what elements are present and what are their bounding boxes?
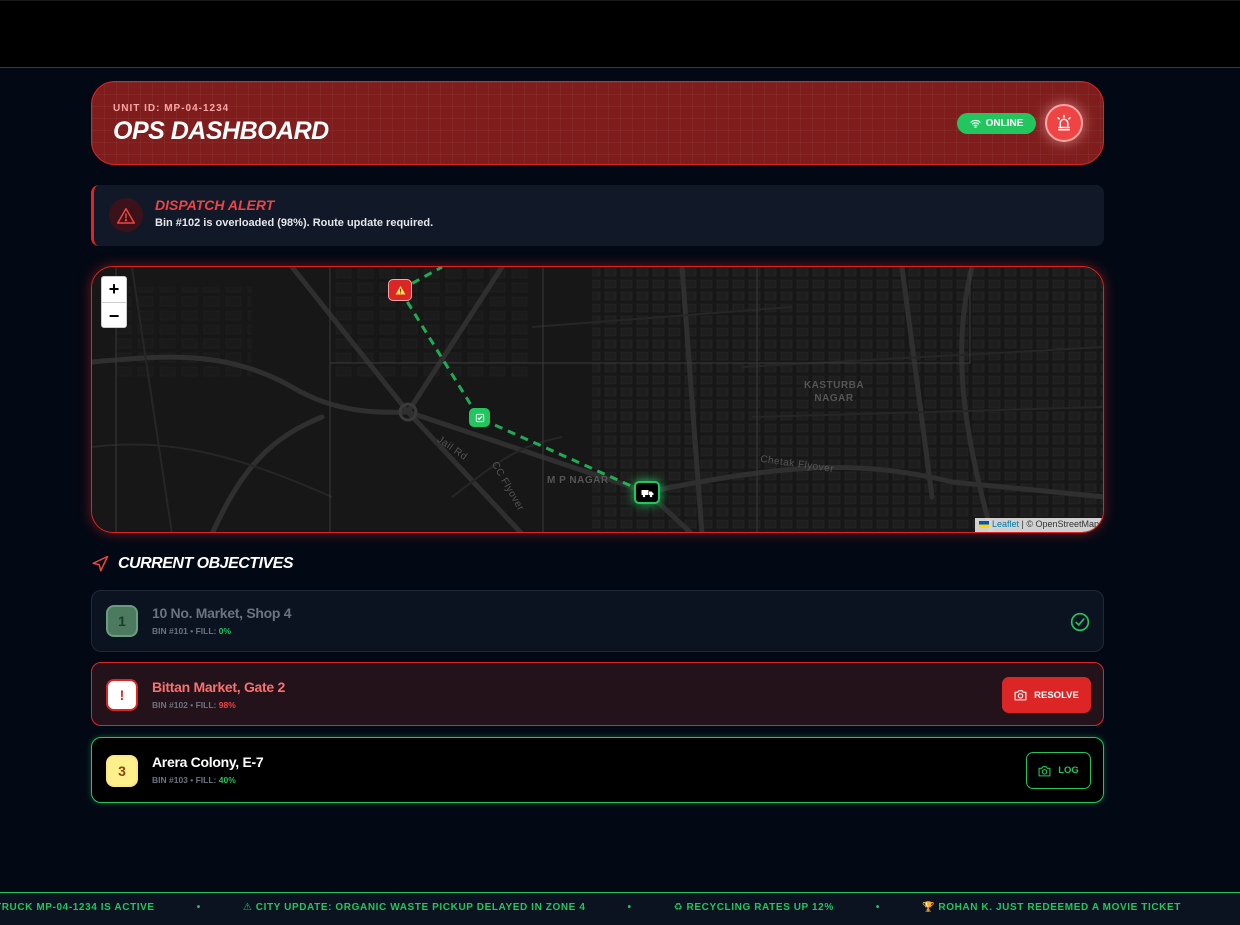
unit-id: UNIT ID: MP-04-1234 xyxy=(113,103,230,114)
warning-triangle-icon xyxy=(395,285,405,295)
ticker-item: 🏆 ROHAN K. JUST REDEEMED A MOVIE TICKET xyxy=(921,902,1181,913)
truck-location-marker[interactable] xyxy=(634,481,660,504)
top-bar xyxy=(0,0,1240,68)
objective-meta: BIN #101 • FILL: 0% xyxy=(152,626,232,636)
online-status-badge: ONLINE xyxy=(957,113,1036,134)
online-status-label: ONLINE xyxy=(985,118,1024,129)
camera-icon xyxy=(1014,690,1027,701)
objective-name: Bittan Market, Gate 2 xyxy=(152,679,285,695)
zoom-control: + − xyxy=(101,276,127,328)
map-label-kasturba: KASTURBA NAGAR xyxy=(803,380,865,404)
warning-triangle-icon xyxy=(117,207,135,224)
siren-icon xyxy=(1057,114,1071,131)
ukraine-flag-icon xyxy=(979,521,990,529)
bin-alert-marker[interactable] xyxy=(388,279,412,301)
fill-level: 0% xyxy=(218,626,232,636)
check-circle-icon xyxy=(1070,612,1090,632)
objective-number: 1 xyxy=(106,605,138,637)
map-label-mp-nagar: M P NAGAR xyxy=(547,475,609,486)
attribution-text: | © OpenStreetMap xyxy=(1018,519,1099,529)
alert-message: Bin #102 is overloaded (98%). Route upda… xyxy=(155,217,434,229)
dashboard-header: UNIT ID: MP-04-1234 OPS DASHBOARD ONLINE xyxy=(91,81,1104,165)
objectives-heading-label: CURRENT OBJECTIVES xyxy=(118,555,294,572)
objective-item[interactable]: 1 10 No. Market, Shop 4 BIN #101 • FILL:… xyxy=(91,590,1104,652)
objective-meta: BIN #102 • FILL: 98% xyxy=(152,700,236,710)
zoom-out-button[interactable]: − xyxy=(102,303,126,329)
resolve-button[interactable]: RESOLVE xyxy=(1002,677,1091,713)
objective-number: 3 xyxy=(106,755,138,787)
resolve-button-label: RESOLVE xyxy=(1034,689,1079,701)
map-attribution: Leaflet | © OpenStreetMap xyxy=(975,518,1103,532)
ticker-item: ♻ RECYCLING RATES UP 12% xyxy=(673,902,834,913)
ticker-track: TRUCK MP-04-1234 IS ACTIVE • ⚠ CITY UPDA… xyxy=(0,902,1181,913)
dispatch-alert: DISPATCH ALERT Bin #102 is overloaded (9… xyxy=(91,185,1104,246)
ticker-separator: • xyxy=(875,902,880,913)
check-box-icon xyxy=(475,413,484,422)
objective-meta: BIN #103 • FILL: 40% xyxy=(152,775,236,785)
ticker-item: ⚠ CITY UPDATE: ORGANIC WASTE PICKUP DELA… xyxy=(242,902,586,913)
page-title: OPS DASHBOARD xyxy=(113,117,329,145)
leaflet-link[interactable]: Leaflet xyxy=(992,519,1019,529)
map-tiles xyxy=(92,267,1103,532)
objectives-heading: CURRENT OBJECTIVES xyxy=(91,555,294,573)
ticker-item: TRUCK MP-04-1234 IS ACTIVE xyxy=(0,902,155,913)
log-button-label: LOG xyxy=(1058,765,1079,776)
zoom-in-button[interactable]: + xyxy=(102,277,126,303)
navigation-arrow-icon xyxy=(92,555,109,572)
log-button[interactable]: LOG xyxy=(1026,752,1091,789)
ticker-separator: • xyxy=(196,902,201,913)
bin-completed-marker[interactable] xyxy=(469,408,490,427)
alert-icon-wrap xyxy=(109,198,143,232)
route-map[interactable]: KASTURBA NAGAR M P NAGAR Jail Rd CC Flyo… xyxy=(91,266,1104,533)
fill-level: 40% xyxy=(218,775,236,785)
wifi-icon xyxy=(970,119,981,128)
emergency-alarm-button[interactable] xyxy=(1045,104,1083,142)
alert-title: DISPATCH ALERT xyxy=(155,197,275,213)
camera-icon xyxy=(1038,765,1051,776)
objective-name: 10 No. Market, Shop 4 xyxy=(152,605,292,621)
truck-icon xyxy=(641,489,653,497)
objective-item[interactable]: 3 Arera Colony, E-7 BIN #103 • FILL: 40%… xyxy=(91,737,1104,803)
ticker-separator: • xyxy=(627,902,632,913)
news-ticker: TRUCK MP-04-1234 IS ACTIVE • ⚠ CITY UPDA… xyxy=(0,892,1240,925)
objective-name: Arera Colony, E-7 xyxy=(152,754,264,770)
objective-number: ! xyxy=(106,679,138,711)
objective-item[interactable]: ! Bittan Market, Gate 2 BIN #102 • FILL:… xyxy=(91,662,1104,726)
fill-level: 98% xyxy=(218,700,236,710)
